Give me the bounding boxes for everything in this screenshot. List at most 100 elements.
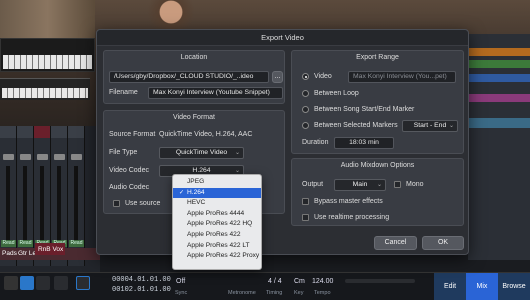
chevron-down-icon: ⌄: [234, 150, 240, 156]
source-format-value: QuickTime Video, H.264, AAC: [159, 131, 253, 138]
location-header: Location: [180, 54, 208, 61]
synth-keyboard-lower: [0, 78, 90, 100]
codec-option-label: Apple ProRes 422 LT: [187, 241, 250, 249]
codec-option-label: HEVC: [187, 199, 206, 207]
codec-option-label: Apple ProRes 422: [187, 231, 241, 238]
codec-option-label: H.264: [187, 188, 205, 196]
read-button[interactable]: Read: [1, 240, 16, 247]
radio-video[interactable]: [302, 73, 309, 80]
video-codec-label: Video Codec: [109, 167, 149, 174]
filename-field[interactable]: Max Konyi Interview (Youtube Snippet): [148, 87, 283, 99]
use-source-label: Use source: [125, 200, 161, 207]
tab-mix[interactable]: Mix: [466, 273, 498, 300]
between-song-label: Between Song Start/End Marker: [314, 106, 415, 113]
output-select[interactable]: Main ⌄: [334, 179, 386, 191]
video-range-field: Max Konyi Interview (You...pet): [348, 71, 456, 83]
volume-slider[interactable]: [345, 279, 415, 283]
audio-mixdown-panel: Audio Mixdown Options Output Main ⌄ Mono …: [291, 158, 464, 226]
arrange-tracks: [468, 34, 530, 260]
stop-button[interactable]: [20, 276, 34, 290]
radio-between-loop[interactable]: [302, 90, 309, 97]
markers-select-value: Start - End: [413, 122, 447, 129]
sync-label: Sync: [175, 290, 188, 296]
sync-value[interactable]: Off: [176, 278, 185, 285]
between-markers-label: Between Selected Markers: [314, 122, 398, 129]
loop-icon[interactable]: [4, 276, 18, 290]
channel-strip[interactable]: Read: [68, 126, 85, 266]
duration-label: Duration: [302, 139, 329, 146]
tempo-value[interactable]: 124.00: [312, 278, 333, 285]
source-format-label: Source Format: [109, 131, 156, 138]
duration-field: 18:03 min: [334, 137, 394, 149]
tempo-label: Tempo: [314, 290, 331, 296]
read-button[interactable]: Read: [18, 240, 33, 247]
export-range-header: Export Range: [356, 54, 399, 61]
tab-edit[interactable]: Edit: [434, 273, 466, 300]
codec-option-label: Apple ProRes 422 Proxy: [187, 252, 260, 260]
timing-value[interactable]: 4 / 4: [268, 278, 282, 285]
output-value: Main: [352, 181, 368, 188]
radio-between-song[interactable]: [302, 106, 309, 113]
codec-option-prores-422-hq[interactable]: Apple ProRes 422 HQ: [173, 219, 261, 230]
range-video-label: Video: [314, 73, 332, 80]
codec-option-hevc[interactable]: HEVC: [173, 198, 261, 209]
loop-toggle-icon[interactable]: [76, 276, 90, 290]
audio-mixdown-header: Audio Mixdown Options: [340, 162, 415, 169]
studio-wall: [0, 0, 95, 40]
video-format-header: Video Format: [173, 114, 215, 121]
channel-label-rnb-vox: RnB Vox: [35, 243, 65, 255]
codec-option-label: Apple ProRes 422 HQ: [187, 220, 253, 228]
use-source-checkbox[interactable]: [113, 200, 120, 207]
synth-keyboard: [0, 38, 95, 72]
export-range-panel: Export Range Video Max Konyi Interview (…: [291, 50, 464, 154]
secondary-time-display: 00102.01.01.00: [112, 286, 171, 294]
file-type-value: QuickTime Video: [175, 149, 228, 156]
output-label: Output: [302, 181, 324, 188]
tab-browse[interactable]: Browse: [498, 273, 530, 300]
cancel-button[interactable]: Cancel: [374, 236, 417, 250]
dialog-title: Export Video: [97, 30, 468, 46]
export-video-dialog: Export Video Location /Users/gby/Dropbox…: [96, 29, 469, 255]
presenter-video: [136, 0, 206, 30]
mixer-console: Read Read Read Read Read Pads Gtr Leads: [0, 126, 100, 290]
ok-button[interactable]: OK: [422, 236, 464, 250]
record-button[interactable]: [54, 276, 68, 290]
path-field[interactable]: /Users/gby/Dropbox/_CLOUD STUDIO/_..ideo: [109, 71, 269, 83]
mono-label: Mono: [406, 181, 424, 188]
codec-option-prores-422-lt[interactable]: Apple ProRes 422 LT: [173, 241, 261, 252]
metronome-label: Metronome: [228, 290, 256, 296]
timing-label: Timing: [266, 290, 283, 296]
codec-option-label: JPEG: [187, 178, 205, 185]
bypass-effects-checkbox[interactable]: [302, 198, 309, 205]
browse-button[interactable]: ...: [272, 71, 283, 83]
read-button[interactable]: Read: [69, 240, 84, 247]
location-panel: Location /Users/gby/Dropbox/_CLOUD STUDI…: [103, 50, 285, 104]
transport-bar: 00004.01.01.00 00102.01.01.00 Off Sync M…: [0, 272, 530, 300]
between-loop-label: Between Loop: [314, 90, 359, 97]
channel-strip[interactable]: Read: [0, 126, 17, 266]
chevron-down-icon: ⌄: [448, 123, 454, 129]
channel-strip[interactable]: Read: [17, 126, 34, 266]
file-type-label: File Type: [109, 149, 138, 156]
mono-checkbox[interactable]: [394, 181, 401, 188]
bypass-effects-label: Bypass master effects: [314, 198, 383, 205]
key-label: Key: [294, 290, 304, 296]
filename-label: Filename: [109, 89, 138, 96]
channel-label-pads: Pads: [2, 250, 17, 257]
codec-option-prores-422[interactable]: Apple ProRes 422: [173, 230, 261, 241]
checkmark-icon: ✓: [179, 189, 185, 196]
markers-select[interactable]: Start - End ⌄: [402, 120, 458, 132]
codec-option-jpeg[interactable]: JPEG: [173, 177, 261, 188]
file-type-select[interactable]: QuickTime Video ⌄: [159, 147, 244, 159]
radio-between-markers[interactable]: [302, 122, 309, 129]
realtime-processing-checkbox[interactable]: [302, 214, 309, 221]
codec-option-h264[interactable]: ✓ H.264: [173, 187, 261, 199]
video-codec-value: H.264: [192, 167, 211, 174]
key-value[interactable]: Cm: [294, 278, 305, 285]
audio-codec-label: Audio Codec: [109, 184, 150, 191]
realtime-processing-label: Use realtime processing: [314, 214, 390, 221]
codec-option-prores-422-proxy[interactable]: Apple ProRes 422 Proxy: [173, 251, 261, 262]
codec-option-label: Apple ProRes 4444: [187, 209, 245, 217]
play-button[interactable]: [36, 276, 50, 290]
codec-option-prores-4444[interactable]: Apple ProRes 4444: [173, 209, 261, 220]
